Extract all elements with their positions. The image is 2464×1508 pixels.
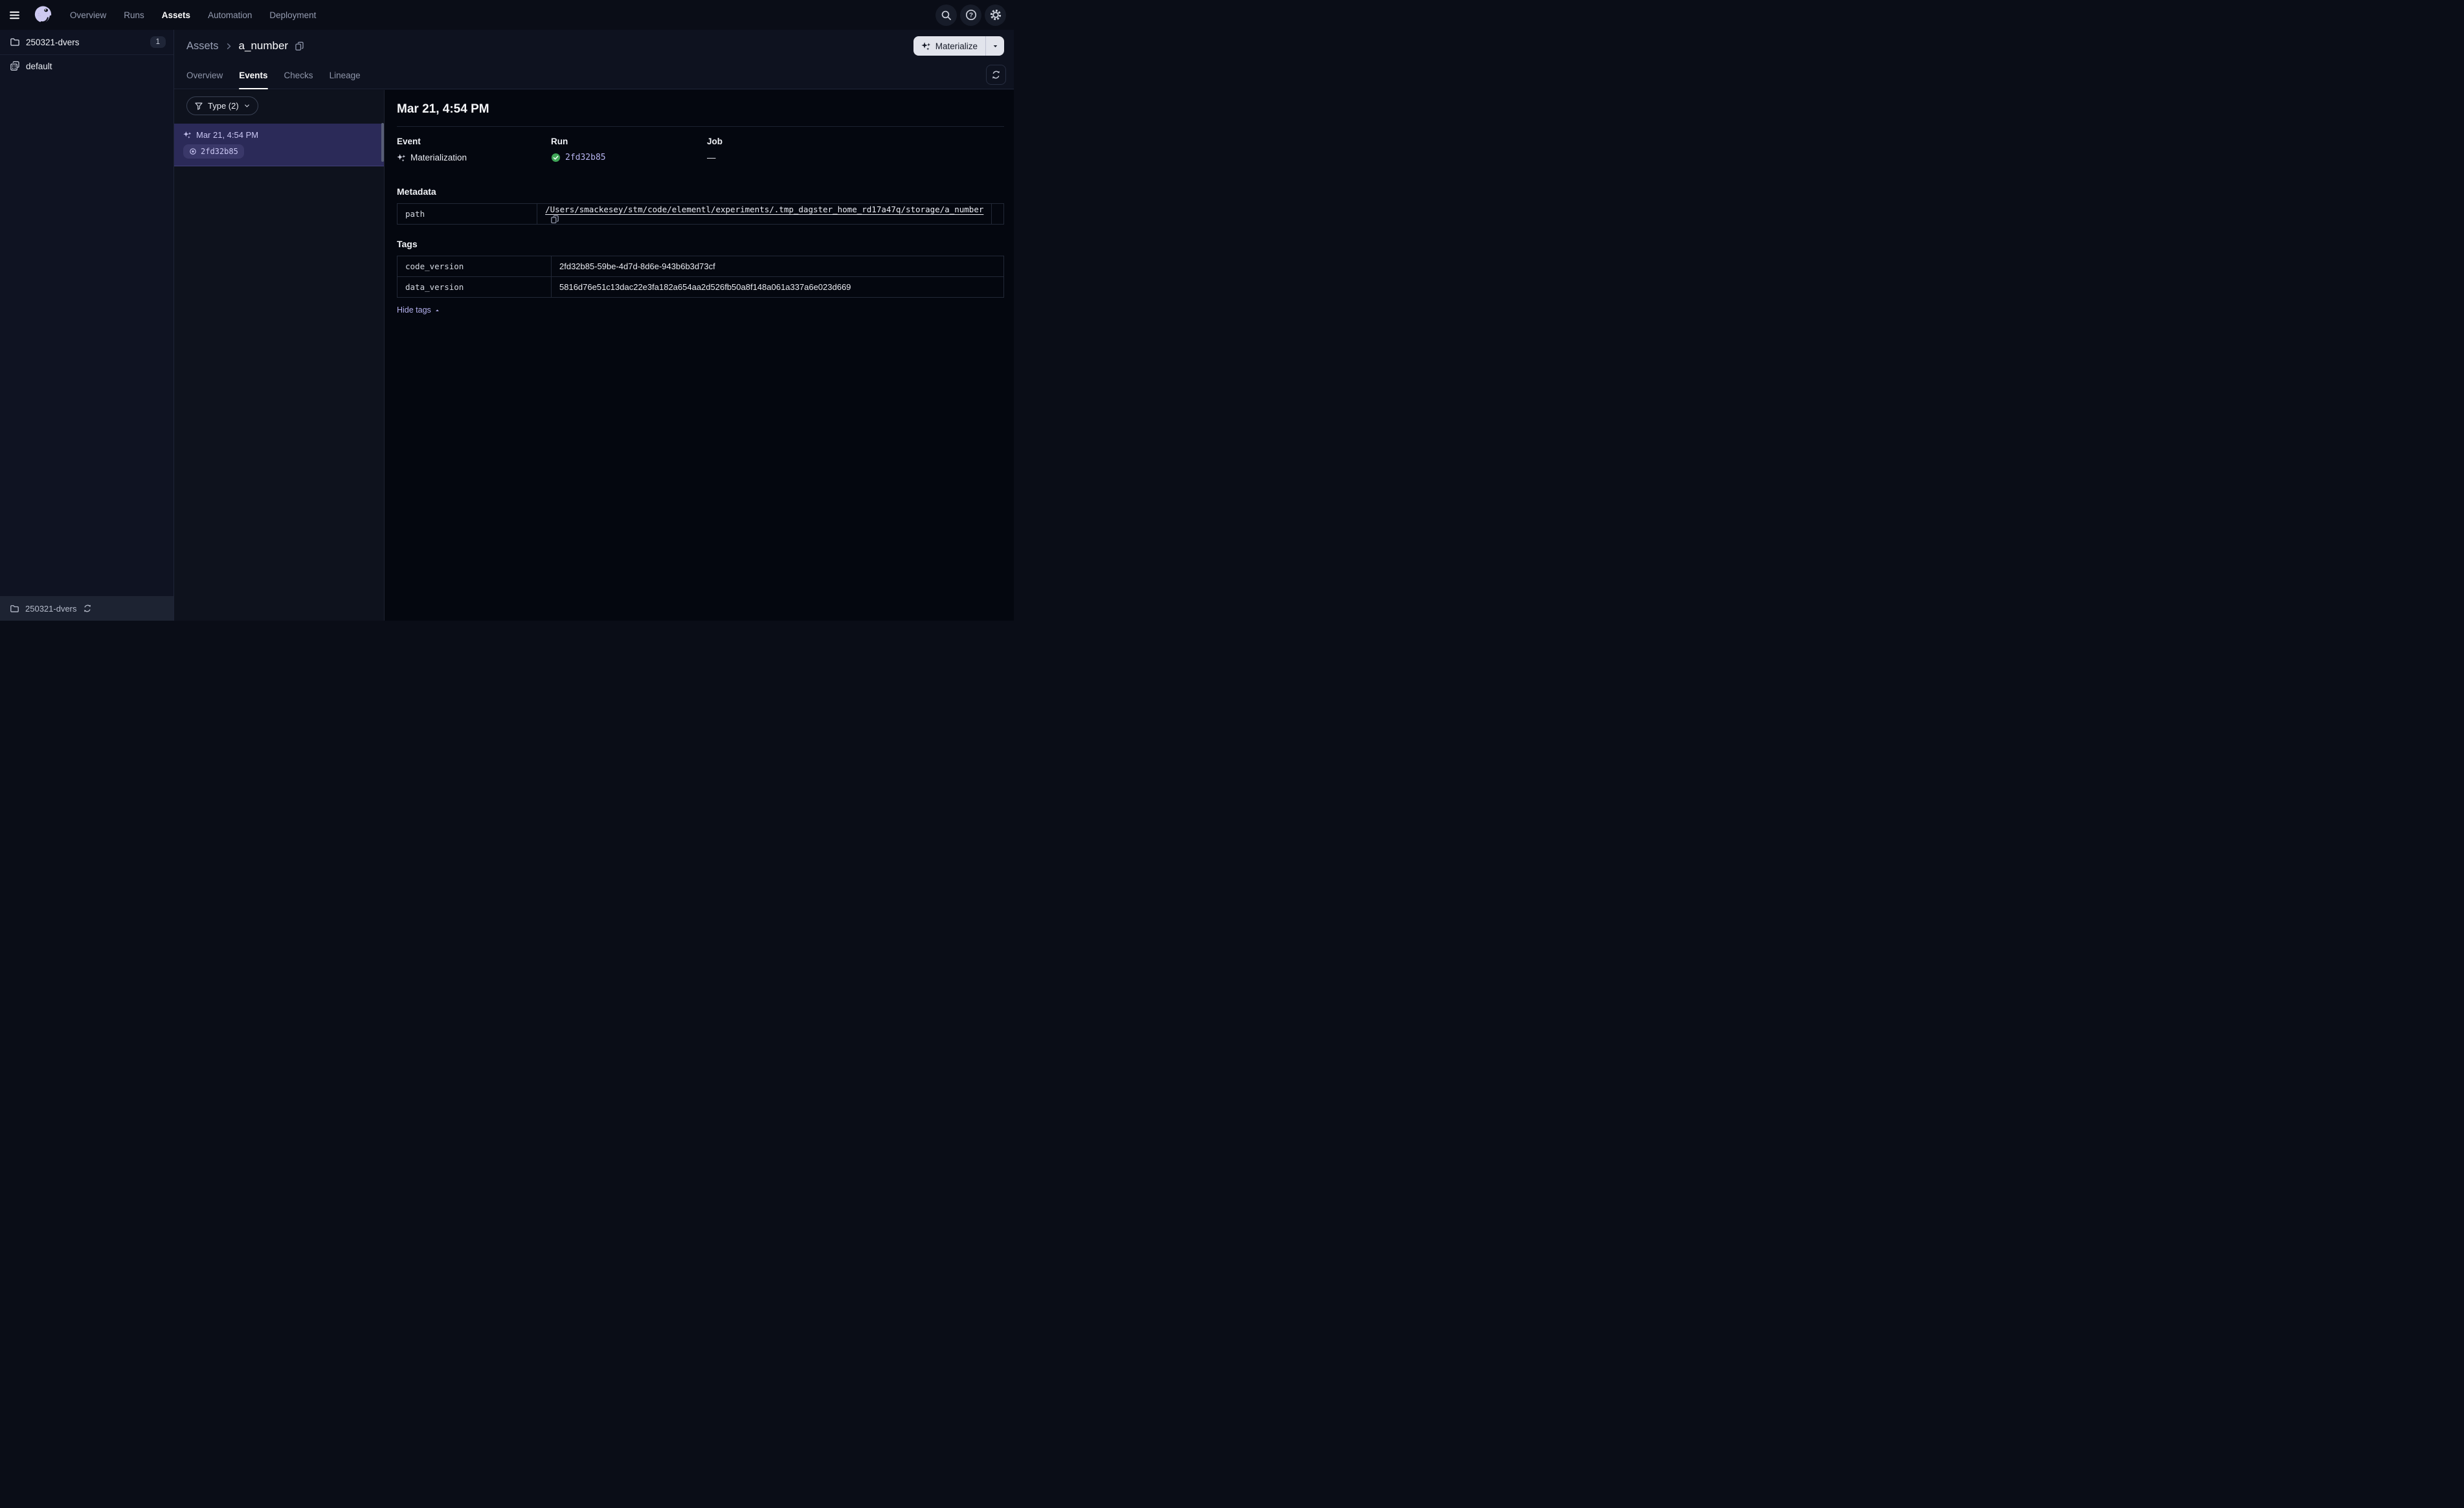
group-name: default xyxy=(26,61,52,71)
nav-deployment[interactable]: Deployment xyxy=(269,10,316,20)
refresh-button[interactable] xyxy=(986,65,1006,85)
run-column-header: Run xyxy=(551,137,568,146)
event-list-item[interactable]: Mar 21, 4:54 PM 2fd32b85 xyxy=(174,124,384,166)
page-title: a_number xyxy=(238,39,289,52)
run-status-icon xyxy=(189,148,197,155)
nav-automation[interactable]: Automation xyxy=(208,10,252,20)
nav-assets[interactable]: Assets xyxy=(162,10,190,20)
hide-tags-link[interactable]: Hide tags xyxy=(397,305,441,315)
breadcrumb: Assets a_number xyxy=(186,39,304,52)
footer-location-name: 250321-dvers xyxy=(25,603,77,614)
copy-asset-name-button[interactable] xyxy=(295,41,304,51)
run-success-icon xyxy=(551,153,561,162)
metadata-heading: Metadata xyxy=(397,186,436,197)
breadcrumb-assets-link[interactable]: Assets xyxy=(186,40,219,52)
search-icon xyxy=(941,10,952,21)
nav-overview[interactable]: Overview xyxy=(70,10,106,20)
event-type-value: Materialization xyxy=(410,153,467,162)
sync-icon xyxy=(991,70,1001,80)
content-area: Assets a_number Materialize Overview Eve… xyxy=(174,30,1014,621)
copy-path-button[interactable] xyxy=(550,215,559,224)
help-icon xyxy=(965,9,977,21)
sync-icon[interactable] xyxy=(83,604,92,613)
table-row: code_version 2fd32b85-59be-4d7d-8d6e-943… xyxy=(397,256,1004,277)
tag-key: code_version xyxy=(397,256,552,277)
tags-heading: Tags xyxy=(397,239,418,249)
caret-down-icon xyxy=(991,42,1000,50)
search-button[interactable] xyxy=(935,4,957,26)
chevron-down-icon xyxy=(243,102,251,109)
run-link[interactable]: 2fd32b85 xyxy=(565,153,606,162)
asset-group-icon xyxy=(10,61,20,71)
materialization-sparkle-icon xyxy=(183,131,192,139)
materialize-button[interactable]: Materialize xyxy=(913,36,985,56)
run-chip-id: 2fd32b85 xyxy=(201,147,238,156)
asset-tabs: Overview Events Checks Lineage xyxy=(174,61,1014,89)
copy-icon xyxy=(550,215,559,224)
job-column-header: Job xyxy=(707,137,723,146)
tab-overview[interactable]: Overview xyxy=(186,61,223,89)
job-value: — xyxy=(707,153,716,162)
code-location-name: 250321-dvers xyxy=(26,37,80,47)
tag-value: 2fd32b85-59be-4d7d-8d6e-943b6b3d73cf xyxy=(551,256,1004,277)
filter-icon xyxy=(194,102,203,111)
asset-header: Assets a_number Materialize Overview Eve… xyxy=(174,30,1014,89)
dagster-octopus-icon xyxy=(34,5,52,24)
event-detail-panel: Mar 21, 4:54 PM Event Materialization Ru… xyxy=(385,90,1014,621)
tab-lineage[interactable]: Lineage xyxy=(330,61,361,89)
materialize-split-button: Materialize xyxy=(913,36,1004,56)
sidebar-item-group-default[interactable]: default xyxy=(0,55,174,77)
chevron-right-icon xyxy=(224,41,234,51)
folder-icon xyxy=(10,37,20,47)
tab-events[interactable]: Events xyxy=(239,61,268,89)
table-row: data_version 5816d76e51c13dac22e3fa182a6… xyxy=(397,276,1004,298)
events-list-panel: Type (2) Mar 21, 4:54 PM 2fd32b85 xyxy=(174,90,385,621)
metadata-table: path /Users/smackesey/stm/code/elementl/… xyxy=(396,203,1004,225)
type-filter-button[interactable]: Type (2) xyxy=(186,96,258,115)
hamburger-menu-button[interactable] xyxy=(9,5,26,25)
metadata-key: path xyxy=(396,203,538,225)
path-link[interactable]: /Users/smackesey/stm/code/elementl/exper… xyxy=(545,205,983,214)
scrollbar-thumb[interactable] xyxy=(381,123,384,162)
sidebar-footer[interactable]: 250321-dvers xyxy=(0,596,174,621)
run-chip[interactable]: 2fd32b85 xyxy=(183,144,244,159)
gear-icon xyxy=(990,9,1002,21)
help-button[interactable] xyxy=(960,4,981,26)
table-row: path /Users/smackesey/stm/code/elementl/… xyxy=(396,203,1004,225)
copy-icon xyxy=(295,41,304,51)
event-detail-title: Mar 21, 4:54 PM xyxy=(397,102,489,116)
tags-table: code_version 2fd32b85-59be-4d7d-8d6e-943… xyxy=(397,256,1004,298)
sparkle-icon xyxy=(921,41,931,51)
materialize-label: Materialize xyxy=(935,41,978,51)
folder-icon xyxy=(10,604,19,614)
asset-catalog-sidebar: 250321-dvers 1 default 250321-dvers xyxy=(0,30,174,621)
event-timestamp: Mar 21, 4:54 PM xyxy=(196,130,259,140)
caret-up-icon xyxy=(434,307,441,314)
materialization-sparkle-icon xyxy=(397,153,406,162)
event-column-header: Event xyxy=(397,137,421,146)
materialize-dropdown-button[interactable] xyxy=(985,36,1004,56)
metadata-gutter-cell xyxy=(991,203,1004,225)
hide-tags-label: Hide tags xyxy=(397,305,431,315)
hamburger-icon xyxy=(9,10,20,21)
tab-checks[interactable]: Checks xyxy=(284,61,313,89)
divider xyxy=(397,126,1004,127)
nav-runs[interactable]: Runs xyxy=(124,10,144,20)
tag-value: 5816d76e51c13dac22e3fa182a654aa2d526fb50… xyxy=(551,276,1004,298)
top-nav-bar: Overview Runs Assets Automation Deployme… xyxy=(0,0,1014,30)
settings-button[interactable] xyxy=(985,4,1006,26)
asset-count-badge: 1 xyxy=(150,36,166,48)
type-filter-label: Type (2) xyxy=(208,101,239,111)
primary-nav: Overview Runs Assets Automation Deployme… xyxy=(70,10,316,20)
dagster-logo[interactable] xyxy=(31,3,55,27)
tag-key: data_version xyxy=(397,276,552,298)
sidebar-item-code-location[interactable]: 250321-dvers 1 xyxy=(0,30,174,55)
